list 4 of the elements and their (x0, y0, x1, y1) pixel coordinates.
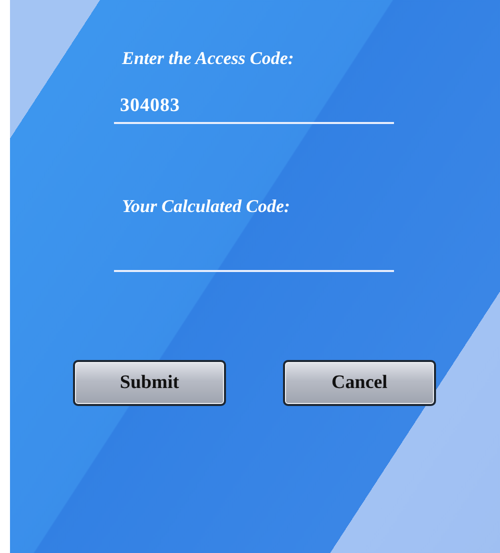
field-label: Enter the Access Code: (122, 47, 295, 70)
cancel-button[interactable]: Cancel (283, 360, 436, 406)
submit-button[interactable]: Submit (73, 360, 226, 406)
field-label: Your Calculated Code: (122, 195, 292, 218)
